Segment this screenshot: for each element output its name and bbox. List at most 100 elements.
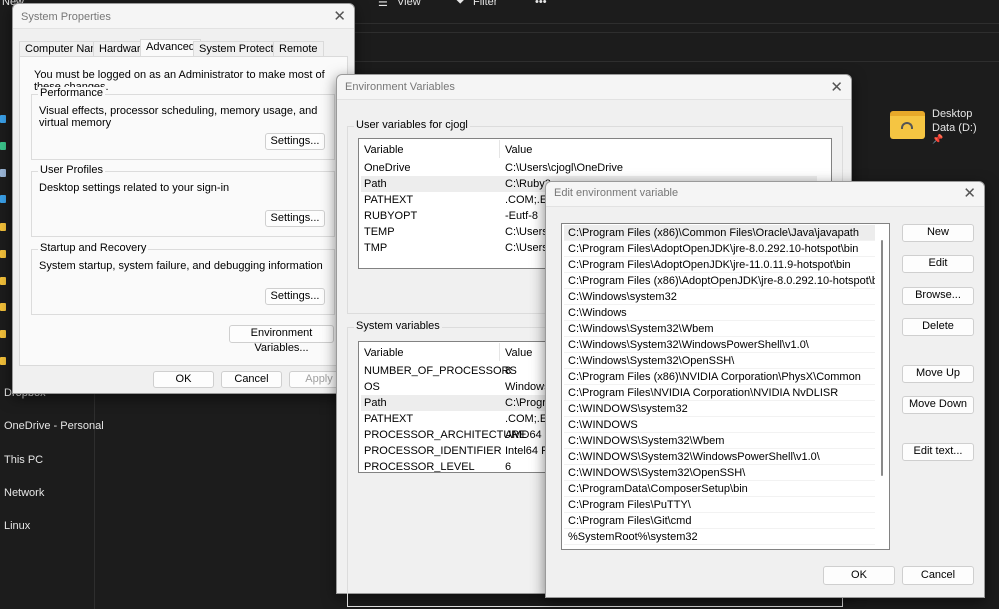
tab-panel: You must be logged on as an Administrato… bbox=[19, 56, 348, 366]
variable-value: C:\Users\ bbox=[505, 242, 551, 254]
filter-button[interactable]: Filter bbox=[473, 0, 497, 8]
group-title: Performance bbox=[38, 87, 105, 99]
folder-icon bbox=[0, 250, 6, 258]
ok-button[interactable]: OK bbox=[823, 566, 895, 585]
view-icon: ☰ bbox=[378, 0, 388, 9]
path-entry[interactable]: C:\Program Files\AdoptOpenJDK\jre-8.0.29… bbox=[564, 241, 875, 257]
path-entry[interactable]: C:\WINDOWS\System32\WindowsPowerShell\v1… bbox=[564, 449, 875, 465]
close-icon[interactable]: ✕ bbox=[963, 184, 976, 202]
path-entry[interactable]: C:\Windows\System32\OpenSSH\ bbox=[564, 353, 875, 369]
divider bbox=[355, 32, 999, 33]
path-entry[interactable]: C:\WINDOWS bbox=[564, 417, 875, 433]
move-up-button[interactable]: Move Up bbox=[902, 365, 974, 383]
pin-icon: 📌 bbox=[932, 134, 944, 144]
folder-icon bbox=[0, 223, 6, 231]
group-title: User variables for cjogl bbox=[354, 119, 470, 131]
variable-name: Path bbox=[364, 178, 387, 190]
tab-remote[interactable]: Remote bbox=[273, 41, 324, 57]
path-entry[interactable]: C:\Program Files\NVIDIA Corporation\NVID… bbox=[564, 385, 875, 401]
variable-name: TMP bbox=[364, 242, 388, 254]
variable-name: NUMBER_OF_PROCESSORS bbox=[364, 365, 517, 377]
path-entry[interactable]: C:\Program Files\AdoptOpenJDK\jre-11.0.1… bbox=[564, 257, 875, 273]
variable-name: TEMP bbox=[364, 226, 395, 238]
window-title: Environment Variables bbox=[345, 81, 455, 93]
performance-settings-button[interactable]: Settings... bbox=[265, 133, 325, 150]
downloads-icon bbox=[0, 142, 6, 150]
variable-name: PROCESSOR_ARCHITECTURE bbox=[364, 429, 527, 441]
sidebar-item-linux[interactable]: Linux bbox=[4, 520, 30, 532]
cancel-button[interactable]: Cancel bbox=[902, 566, 974, 585]
path-entry[interactable]: C:\Windows bbox=[564, 305, 875, 321]
desktop-icon bbox=[0, 115, 6, 123]
variable-name: OneDrive bbox=[364, 162, 411, 174]
performance-group: Performance Visual effects, processor sc… bbox=[31, 87, 335, 160]
folder-icon bbox=[0, 277, 6, 285]
path-entry[interactable]: C:\ProgramData\ComposerSetup\bin bbox=[564, 481, 875, 497]
variable-value: -Eutf-8 bbox=[505, 210, 539, 222]
path-entry[interactable]: C:\Program Files (x86)\NVIDIA Corporatio… bbox=[564, 369, 875, 385]
quick-access-subtitle: Data (D:) bbox=[932, 122, 977, 134]
variable-name: PROCESSOR_LEVEL bbox=[364, 461, 475, 473]
variable-name: PROCESSOR_IDENTIFIER bbox=[364, 445, 502, 457]
user-profiles-settings-button[interactable]: Settings... bbox=[265, 210, 325, 227]
cancel-button[interactable]: Cancel bbox=[221, 371, 282, 388]
path-entry[interactable]: C:\Program Files\Git\cmd bbox=[564, 513, 875, 529]
variable-value: 8 bbox=[505, 365, 512, 377]
ok-button[interactable]: OK bbox=[153, 371, 214, 388]
path-entry[interactable]: C:\WINDOWS\System32\OpenSSH\ bbox=[564, 465, 875, 481]
variable-name: RUBYOPT bbox=[364, 210, 418, 222]
variable-name: Path bbox=[364, 397, 387, 409]
system-properties-window: System Properties ✕ Computer Name Hardwa… bbox=[12, 3, 355, 394]
move-down-button[interactable]: Move Down bbox=[902, 396, 974, 414]
close-icon[interactable]: ✕ bbox=[830, 78, 843, 96]
startup-recovery-settings-button[interactable]: Settings... bbox=[265, 288, 325, 305]
close-icon[interactable]: ✕ bbox=[333, 7, 346, 25]
divider bbox=[355, 23, 999, 24]
path-entry[interactable]: %SystemRoot%\system32 bbox=[564, 529, 875, 545]
environment-variables-button[interactable]: Environment Variables... bbox=[229, 325, 334, 354]
quick-access-name: Desktop bbox=[932, 108, 973, 120]
sidebar-item-onedrive[interactable]: OneDrive - Personal bbox=[4, 420, 104, 432]
view-button[interactable]: View bbox=[397, 0, 421, 8]
folder-icon bbox=[890, 111, 925, 139]
new-button[interactable]: New bbox=[902, 224, 974, 242]
column-header-value[interactable]: Value bbox=[505, 142, 817, 158]
path-entry[interactable]: C:\Windows\system32 bbox=[564, 289, 875, 305]
table-row[interactable]: OneDrive C:\Users\cjogl\OneDrive bbox=[361, 160, 817, 176]
path-entry[interactable]: C:\Program Files (x86)\Common Files\Orac… bbox=[564, 225, 875, 241]
edit-environment-variable-window: Edit environment variable ✕ C:\Program F… bbox=[545, 181, 985, 598]
variable-value: C:\Users\ bbox=[505, 226, 551, 238]
group-title: System variables bbox=[354, 320, 442, 332]
edit-text-button[interactable]: Edit text... bbox=[902, 443, 974, 461]
group-desc: Visual effects, processor scheduling, me… bbox=[39, 105, 318, 129]
path-entry[interactable]: C:\WINDOWS\system32 bbox=[564, 401, 875, 417]
path-entry[interactable]: C:\Program Files (x86)\AdoptOpenJDK\jre-… bbox=[564, 273, 875, 289]
group-title: User Profiles bbox=[38, 164, 105, 176]
tab-advanced[interactable]: Advanced bbox=[140, 39, 201, 57]
variable-value: C:\Ruby2 bbox=[505, 178, 551, 190]
pictures-icon bbox=[0, 195, 6, 203]
scrollbar[interactable] bbox=[881, 240, 883, 476]
more-button[interactable]: ••• bbox=[535, 0, 547, 8]
user-profiles-group: User Profiles Desktop settings related t… bbox=[31, 164, 335, 237]
sidebar-item-this-pc[interactable]: This PC bbox=[4, 454, 43, 466]
group-title: Startup and Recovery bbox=[38, 242, 149, 254]
window-title: System Properties bbox=[21, 11, 111, 23]
variable-name: PATHEXT bbox=[364, 413, 414, 425]
path-entry[interactable]: C:\Windows\System32\Wbem bbox=[564, 321, 875, 337]
sidebar-item-network[interactable]: Network bbox=[4, 487, 44, 499]
path-entries-list[interactable]: C:\Program Files (x86)\Common Files\Orac… bbox=[561, 223, 890, 550]
group-desc: Desktop settings related to your sign-in bbox=[39, 182, 230, 194]
path-entry[interactable]: C:\Program Files\PuTTY\ bbox=[564, 497, 875, 513]
variable-value: Windows bbox=[505, 381, 550, 393]
edit-button[interactable]: Edit bbox=[902, 255, 974, 273]
path-entry[interactable]: C:\WINDOWS\System32\Wbem bbox=[564, 433, 875, 449]
folder-icon bbox=[0, 357, 6, 365]
path-entry[interactable]: C:\Windows\System32\WindowsPowerShell\v1… bbox=[564, 337, 875, 353]
variable-name: PATHEXT bbox=[364, 194, 414, 206]
delete-button[interactable]: Delete bbox=[902, 318, 974, 336]
browse-button[interactable]: Browse... bbox=[902, 287, 974, 305]
folder-icon bbox=[0, 330, 6, 338]
variable-value: 6 bbox=[505, 461, 512, 473]
folder-icon bbox=[0, 303, 6, 311]
